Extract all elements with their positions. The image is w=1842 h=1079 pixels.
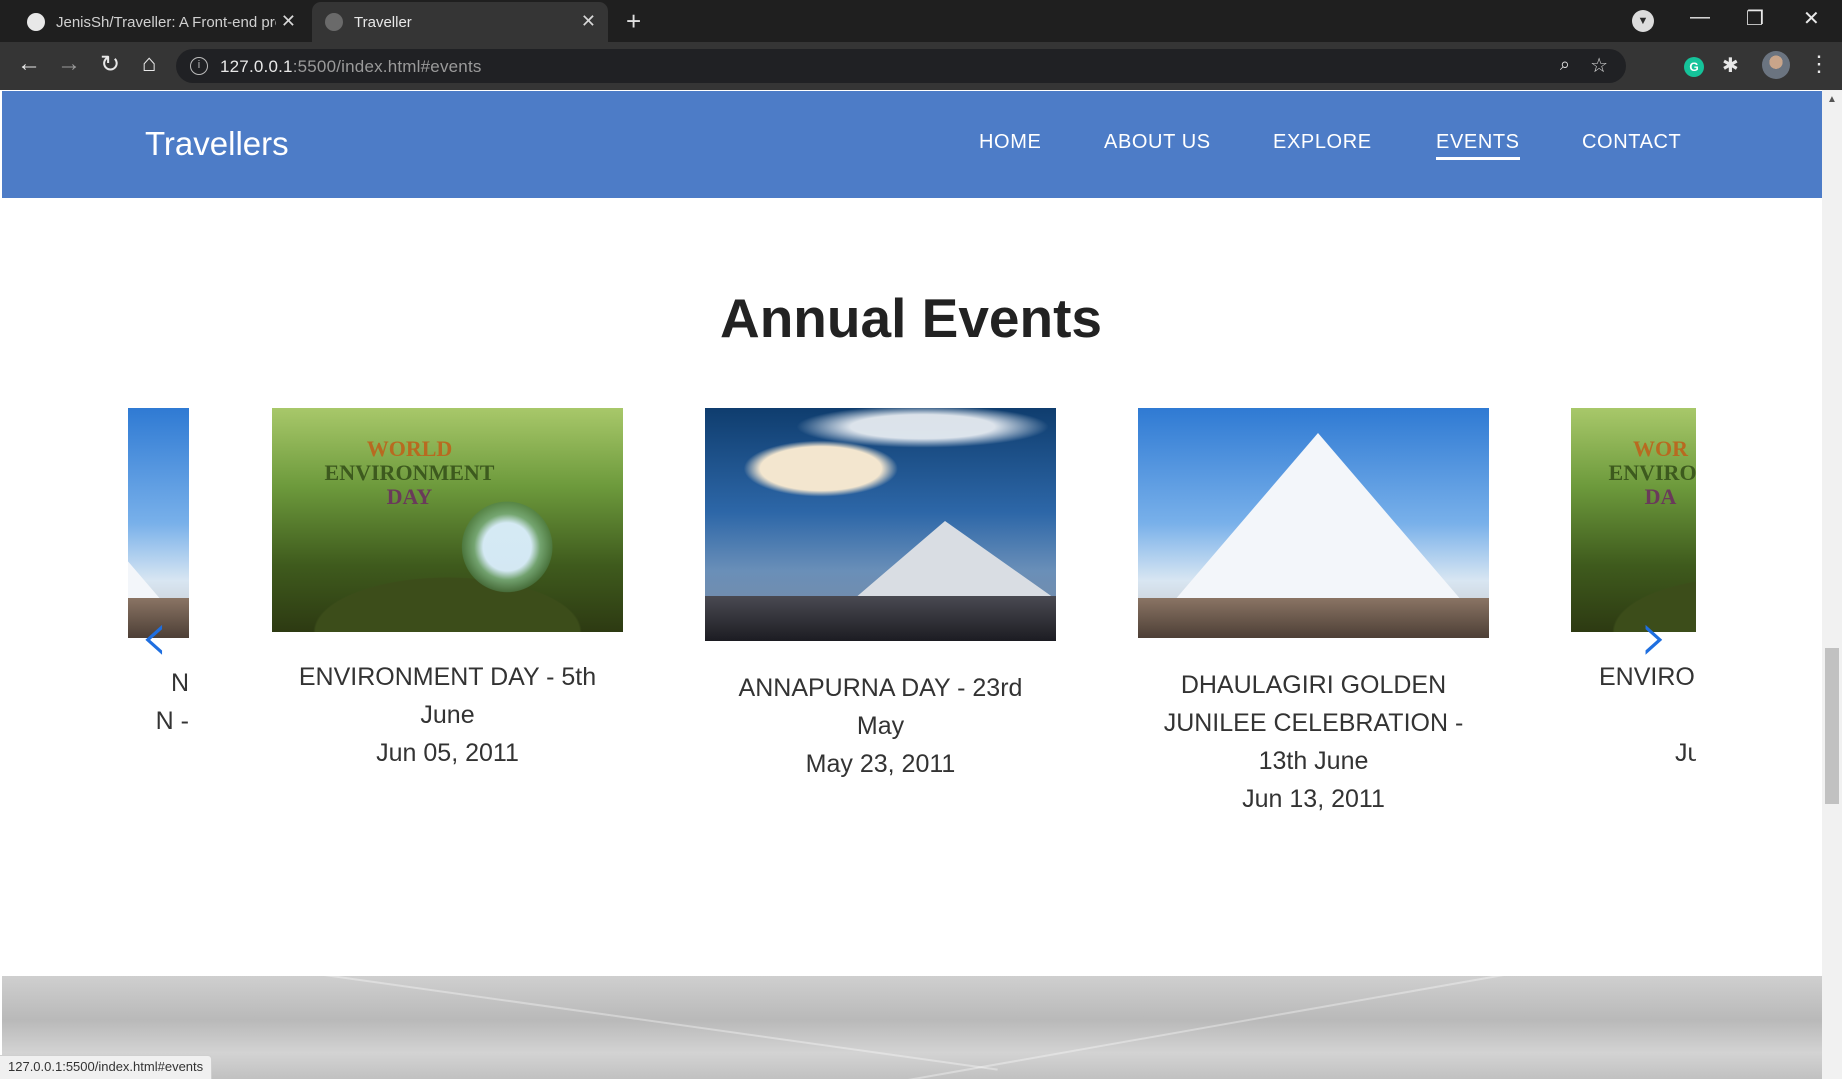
- event-date: Ju: [1675, 739, 1696, 767]
- event-image: WORLD ENVIRONMENT DAY: [272, 408, 623, 632]
- event-caption: DHAULAGIRI GOLDEN JUNILEE CELEBRATION - …: [1163, 671, 1464, 775]
- minimize-icon[interactable]: —: [1690, 6, 1710, 29]
- event-date: Jun 13, 2011: [1242, 785, 1385, 813]
- restore-icon[interactable]: ❐: [1746, 6, 1764, 31]
- globe-icon: [325, 13, 343, 31]
- event-caption: ENVIRO: [1599, 663, 1695, 691]
- event-image: [1138, 408, 1489, 638]
- close-icon[interactable]: ✕: [581, 11, 596, 32]
- page-viewport: Travellers HOME ABOUT US EXPLORE EVENTS …: [0, 90, 1842, 1079]
- event-card[interactable]: DHAULAGIRI GOLDEN JUNILEE CELEBRATION - …: [1138, 408, 1489, 818]
- home-icon[interactable]: ⌂: [134, 50, 164, 78]
- reload-icon[interactable]: ↻: [95, 50, 125, 79]
- nav-explore[interactable]: EXPLORE: [1273, 131, 1372, 154]
- scrollbar-thumb[interactable]: [1825, 648, 1839, 804]
- site-navbar: Travellers HOME ABOUT US EXPLORE EVENTS …: [2, 91, 1822, 198]
- event-card[interactable]: ANNAPURNA DAY - 23rd May May 23, 2011: [705, 408, 1056, 783]
- forward-icon[interactable]: →: [54, 50, 84, 78]
- zoom-icon[interactable]: ⌕: [1560, 54, 1570, 75]
- status-bar: 127.0.0.1:5500/index.html#events: [0, 1055, 213, 1079]
- browser-toolbar: ← → ↻ ⌂ i 127.0.0.1:5500/index.html#even…: [0, 42, 1842, 90]
- bookmark-star-icon[interactable]: ☆: [1590, 53, 1608, 78]
- tab-github[interactable]: JenisSh/Traveller: A Front-end pro ✕: [14, 2, 308, 42]
- event-card[interactable]: WORLD ENVIRONMENT DAY ENVIRONMENT DAY - …: [272, 408, 623, 772]
- tab-title: Traveller: [354, 13, 412, 31]
- address-bar[interactable]: i 127.0.0.1:5500/index.html#events ⌕ ☆: [176, 49, 1626, 83]
- nav-home[interactable]: HOME: [979, 131, 1041, 154]
- back-icon[interactable]: ←: [14, 50, 44, 78]
- github-icon: [27, 13, 45, 31]
- events-carousel: N N - WORLD ENVIRONMENT DAY ENVIRONMENT …: [128, 408, 1696, 928]
- menu-kebab-icon[interactable]: ⋮: [1808, 51, 1830, 77]
- event-image: WOR ENVIRON DA: [1571, 408, 1696, 632]
- profile-avatar[interactable]: [1762, 51, 1790, 79]
- event-date: Jun 05, 2011: [376, 739, 519, 767]
- event-date: May 23, 2011: [805, 750, 956, 778]
- new-tab-icon[interactable]: +: [626, 6, 641, 37]
- event-image: [705, 408, 1056, 641]
- page-scrollbar[interactable]: ▲: [1822, 90, 1842, 1079]
- event-card-partial-left[interactable]: N N -: [128, 408, 189, 740]
- footer-background: [2, 943, 1822, 1079]
- tab-title: JenisSh/Traveller: A Front-end pro: [56, 13, 276, 31]
- tab-search-icon[interactable]: ▼: [1632, 10, 1654, 32]
- carousel-prev-icon[interactable]: ‹: [140, 600, 169, 672]
- nav-about-us[interactable]: ABOUT US: [1104, 131, 1211, 154]
- site-brand[interactable]: Travellers: [145, 125, 289, 163]
- url-text: 127.0.0.1:5500/index.html#events: [220, 57, 482, 76]
- info-icon[interactable]: i: [190, 57, 208, 75]
- event-caption: ENVIRONMENT DAY - 5th June: [298, 663, 597, 729]
- extensions-icon[interactable]: ✱: [1722, 53, 1739, 78]
- window-close-icon[interactable]: ✕: [1803, 6, 1820, 31]
- close-icon[interactable]: ✕: [281, 11, 296, 32]
- nav-contact[interactable]: CONTACT: [1582, 131, 1681, 154]
- event-caption: ANNAPURNA DAY - 23rd May: [738, 674, 1023, 740]
- grammarly-icon[interactable]: G: [1684, 57, 1704, 77]
- carousel-next-icon[interactable]: ›: [1640, 600, 1669, 672]
- tab-strip: JenisSh/Traveller: A Front-end pro ✕ Tra…: [0, 0, 1842, 42]
- tab-traveller[interactable]: Traveller ✕: [312, 2, 608, 42]
- scroll-up-icon[interactable]: ▲: [1827, 94, 1837, 105]
- event-card-partial-right[interactable]: WOR ENVIRON DA ENVIRO Ju: [1571, 408, 1696, 772]
- nav-events[interactable]: EVENTS: [1436, 131, 1520, 160]
- section-title: Annual Events: [719, 287, 1103, 349]
